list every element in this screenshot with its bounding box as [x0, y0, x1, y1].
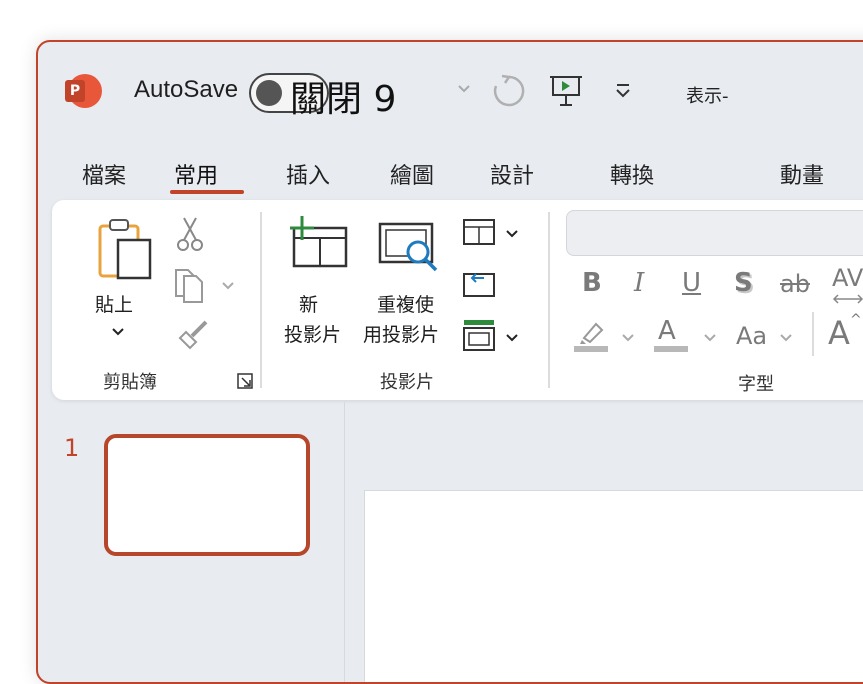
font-group-label: 字型 — [738, 374, 774, 395]
slides-group-label: 投影片 — [380, 372, 434, 393]
tab-file[interactable]: 檔案 — [82, 158, 126, 190]
strikethrough-button[interactable]: ab — [780, 270, 810, 298]
paste-label[interactable]: 貼上 — [95, 290, 133, 317]
tab-insert[interactable]: 插入 — [286, 158, 330, 190]
toggle-knob — [256, 80, 282, 106]
text-shadow-button[interactable]: S — [734, 268, 753, 298]
reuse-slides-label-line1[interactable]: 重複使 — [377, 290, 434, 317]
powerpoint-window: P AutoSave 關閉 9 表示- 檔案 常用 插入 繪圖 設計 轉換 動畫… — [36, 40, 863, 684]
underline-button[interactable]: U — [682, 268, 701, 298]
panel-splitter[interactable] — [344, 402, 345, 682]
reuse-slides-label-line2[interactable]: 用投影片 — [363, 320, 439, 347]
caret-up-icon: ^ — [850, 312, 862, 328]
italic-button[interactable]: I — [634, 268, 644, 298]
increase-font-size-button[interactable]: A — [828, 314, 850, 352]
highlight-icon[interactable] — [572, 318, 610, 358]
font-color-button[interactable]: A — [658, 316, 676, 346]
font-color-bar — [654, 346, 688, 352]
new-slide-icon[interactable] — [288, 214, 350, 276]
tab-transitions[interactable]: 轉換 — [610, 158, 654, 190]
font-group-separator — [812, 312, 814, 356]
highlight-dropdown-chevron-icon[interactable] — [620, 330, 636, 349]
redo-icon[interactable] — [490, 72, 528, 114]
autosave-label: AutoSave — [134, 76, 239, 103]
font-name-combobox[interactable] — [566, 210, 863, 256]
change-case-button[interactable]: Aa — [736, 322, 767, 350]
autosave-state-text: 關閉 9 — [290, 79, 397, 120]
layout-dropdown-chevron-icon[interactable] — [504, 226, 520, 245]
section-dropdown-chevron-icon[interactable] — [504, 330, 520, 349]
slide-canvas[interactable] — [364, 490, 863, 682]
ribbon-divider — [548, 212, 550, 388]
slide-thumbnail[interactable] — [104, 434, 310, 556]
new-slide-label-line1[interactable]: 新 — [299, 290, 318, 317]
clipboard-group-label: 剪貼簿 — [103, 372, 157, 393]
reset-slide-icon[interactable] — [462, 268, 496, 302]
character-spacing-button[interactable]: AV — [832, 264, 863, 292]
ribbon-divider — [260, 212, 262, 388]
clipboard-dialog-launcher-icon[interactable] — [236, 372, 254, 394]
bold-button[interactable]: B — [582, 268, 602, 298]
copy-icon[interactable] — [172, 266, 212, 308]
undo-dropdown-chevron-icon[interactable] — [456, 80, 472, 100]
paste-icon[interactable] — [96, 216, 154, 284]
cut-icon[interactable] — [176, 216, 204, 256]
reuse-slides-icon[interactable] — [378, 214, 440, 280]
new-slide-label-line2[interactable]: 投影片 — [284, 320, 341, 347]
copy-dropdown-chevron-icon[interactable] — [220, 278, 236, 297]
slide-number: 1 — [64, 434, 80, 462]
tab-draw[interactable]: 繪圖 — [390, 158, 434, 190]
layout-icon[interactable] — [462, 218, 496, 250]
active-tab-indicator — [170, 190, 244, 194]
document-title: 表示- — [686, 86, 729, 107]
app-icon-letter: P — [65, 80, 85, 102]
format-painter-icon[interactable] — [174, 318, 210, 356]
present-from-start-icon[interactable] — [550, 74, 582, 112]
tab-animations[interactable]: 動畫 — [780, 158, 824, 190]
paste-options-chevron-icon[interactable] — [110, 324, 126, 343]
customize-quick-access-icon[interactable] — [614, 82, 632, 104]
spacing-arrows-icon — [832, 290, 863, 309]
tab-design[interactable]: 設計 — [490, 158, 534, 190]
section-icon[interactable] — [462, 318, 496, 356]
powerpoint-app-icon[interactable]: P — [65, 74, 102, 108]
change-case-dropdown-chevron-icon[interactable] — [778, 330, 794, 349]
tab-home[interactable]: 常用 — [174, 158, 218, 190]
font-color-dropdown-chevron-icon[interactable] — [702, 330, 718, 349]
